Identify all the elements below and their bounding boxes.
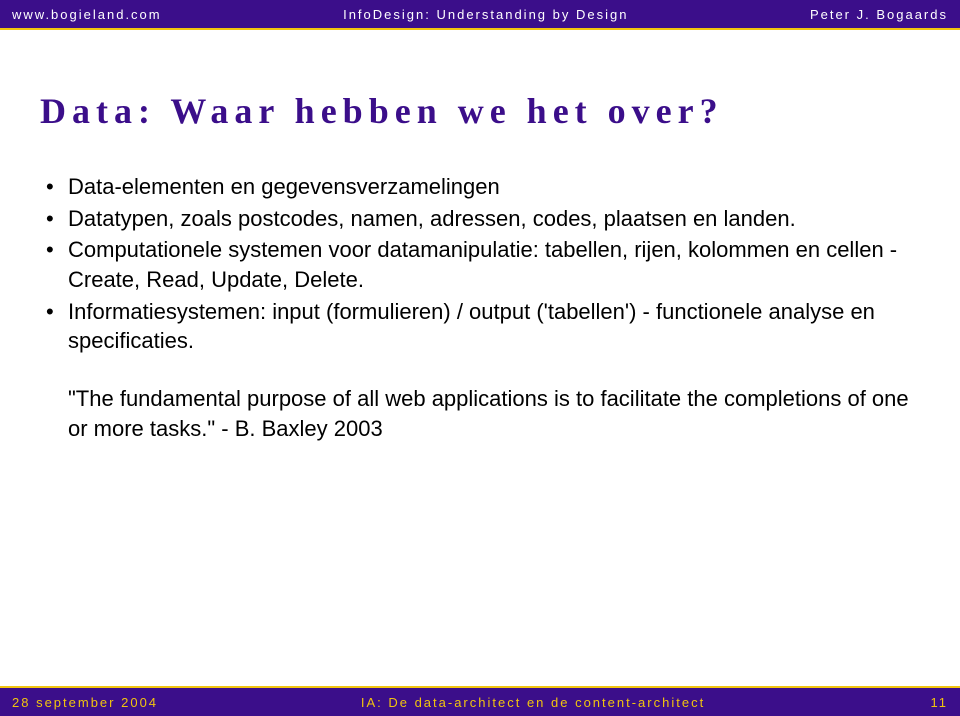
header-url: www.bogieland.com	[12, 7, 162, 22]
slide-header: www.bogieland.com InfoDesign: Understand…	[0, 0, 960, 30]
bullet-item: Datatypen, zoals postcodes, namen, adres…	[40, 204, 920, 234]
slide-footer: 28 september 2004 IA: De data-architect …	[0, 686, 960, 716]
quote-block: "The fundamental purpose of all web appl…	[40, 384, 920, 443]
header-title: InfoDesign: Understanding by Design	[162, 7, 810, 22]
bullet-item: Informatiesystemen: input (formulieren) …	[40, 297, 920, 356]
bullet-item: Computationele systemen voor datamanipul…	[40, 235, 920, 294]
slide-title: Data: Waar hebben we het over?	[40, 90, 920, 132]
footer-page-number: 11	[908, 695, 948, 710]
bullet-list: Data-elementen en gegevensverzamelingen …	[40, 172, 920, 356]
slide-content: Data: Waar hebben we het over? Data-elem…	[0, 30, 960, 464]
footer-title: IA: De data-architect en de content-arch…	[158, 695, 908, 710]
footer-date: 28 september 2004	[12, 695, 158, 710]
header-author: Peter J. Bogaards	[810, 7, 948, 22]
bullet-item: Data-elementen en gegevensverzamelingen	[40, 172, 920, 202]
